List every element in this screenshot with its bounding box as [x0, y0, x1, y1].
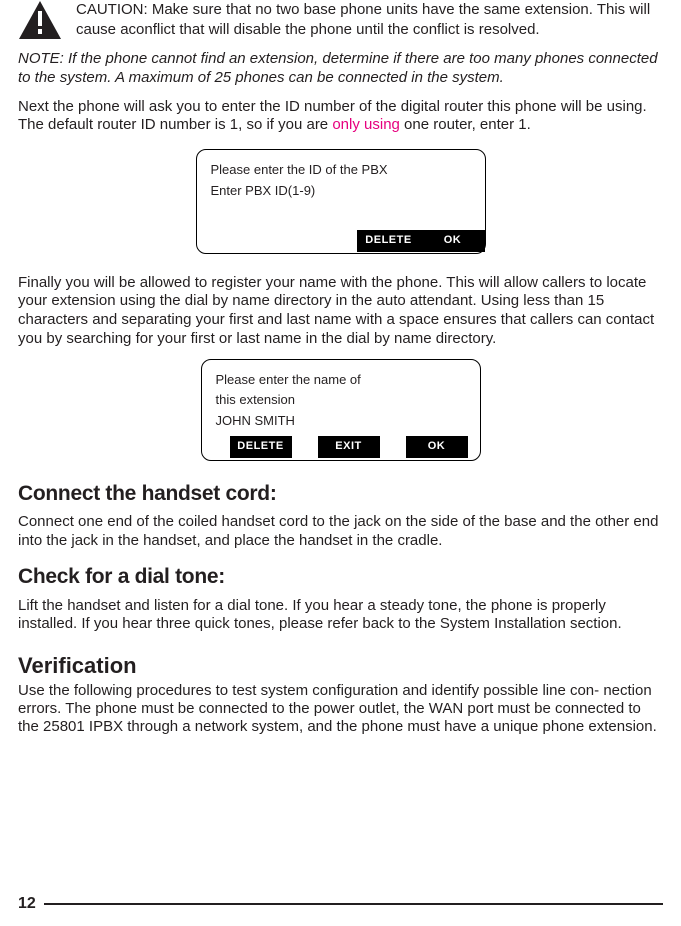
- screen-name-content: Please enter the name of this extension …: [216, 370, 466, 432]
- screen-pbx-content: Please enter the ID of the PBX Enter PBX…: [211, 160, 471, 230]
- page-number: 12: [18, 894, 36, 914]
- heading-verification: Verification: [18, 652, 663, 680]
- caution-text: CAUTION: Make sure that no two base phon…: [76, 0, 663, 39]
- heading-connect-cord: Connect the handset cord:: [18, 481, 663, 507]
- screen2-buttons: DELETE EXIT OK: [202, 436, 480, 460]
- paragraph-router-id: Next the phone will ask you to enter the…: [18, 98, 663, 136]
- heading-dial-tone: Check for a dial tone:: [18, 564, 663, 590]
- caution-block: CAUTION: Make sure that no two base phon…: [18, 0, 663, 40]
- screen1-buttons: DELETE OK: [197, 230, 485, 253]
- para1-highlight: only using: [332, 116, 400, 133]
- screen2-line1: Please enter the name of: [216, 370, 466, 391]
- note-text: NOTE: If the phone cannot find an extens…: [18, 50, 663, 88]
- footer-rule: [44, 903, 663, 905]
- screen2-line3: JOHN SMITH: [216, 411, 466, 432]
- delete-button[interactable]: DELETE: [230, 436, 292, 458]
- screen1-line2: Enter PBX ID(1-9): [211, 181, 471, 202]
- screen-pbx-id: Please enter the ID of the PBX Enter PBX…: [196, 149, 486, 254]
- page-footer: 12: [18, 894, 663, 914]
- warning-icon: [18, 0, 62, 40]
- text-verification: Use the following procedures to test sys…: [18, 682, 663, 736]
- text-connect-cord: Connect one end of the coiled handset co…: [18, 513, 663, 551]
- screen-enter-name: Please enter the name of this extension …: [201, 359, 481, 461]
- screen2-line2: this extension: [216, 390, 466, 411]
- delete-button[interactable]: DELETE: [357, 230, 421, 252]
- ok-button[interactable]: OK: [406, 436, 468, 458]
- para1-post: one router, enter 1.: [400, 116, 531, 133]
- ok-button[interactable]: OK: [421, 230, 485, 252]
- exit-button[interactable]: EXIT: [318, 436, 380, 458]
- screen1-line1: Please enter the ID of the PBX: [211, 160, 471, 181]
- paragraph-register-name: Finally you will be allowed to register …: [18, 274, 663, 349]
- text-dial-tone: Lift the handset and listen for a dial t…: [18, 597, 663, 635]
